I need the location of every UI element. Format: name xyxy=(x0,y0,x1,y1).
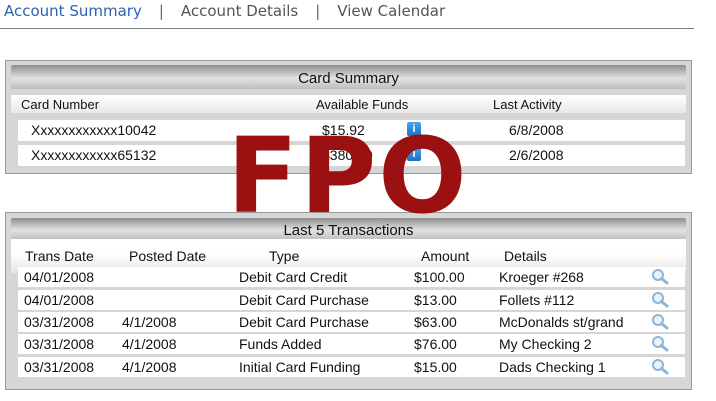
nav-separator: | xyxy=(158,2,164,20)
trans-type: Debit Card Credit xyxy=(239,269,348,285)
card-summary-title-bar: Card Summary xyxy=(11,65,686,89)
trans-amount: $15.00 xyxy=(414,359,457,375)
trans-details: Kroeger #268 xyxy=(499,269,584,285)
table-row[interactable]: 04/01/2008 Debit Card Purchase $13.00 Fo… xyxy=(18,290,685,310)
trans-amount: $63.00 xyxy=(414,314,457,330)
card-number: Xxxxxxxxxxxx10042 xyxy=(31,122,157,138)
card-summary-title: Card Summary xyxy=(298,70,399,87)
col-details: Details xyxy=(504,248,547,264)
col-last-activity: Last Activity xyxy=(493,97,562,112)
trans-type: Initial Card Funding xyxy=(239,359,361,375)
trans-details: Follets #112 xyxy=(499,292,575,308)
col-trans-date: Trans Date xyxy=(25,248,94,264)
trans-details: My Checking 2 xyxy=(499,336,592,352)
posted-date: 4/1/2008 xyxy=(122,336,177,352)
trans-type: Debit Card Purchase xyxy=(239,314,369,330)
table-row[interactable]: 04/01/2008 Debit Card Credit $100.00 Kro… xyxy=(18,267,685,287)
nav-separator: | xyxy=(315,2,321,20)
posted-date: 4/1/2008 xyxy=(122,314,177,330)
col-posted-date: Posted Date xyxy=(129,248,207,264)
trans-date: 03/31/2008 xyxy=(24,314,95,330)
magnifier-icon[interactable] xyxy=(651,291,669,308)
magnifier-icon[interactable] xyxy=(651,358,669,375)
table-row[interactable]: 03/31/2008 4/1/2008 Debit Card Purchase … xyxy=(18,312,685,332)
col-amount: Amount xyxy=(421,248,470,264)
trans-details: Dads Checking 1 xyxy=(499,359,606,375)
trans-amount: $13.00 xyxy=(414,292,457,308)
fpo-watermark: FPO xyxy=(227,115,469,237)
tab-view-calendar[interactable]: View Calendar xyxy=(337,2,445,20)
magnifier-icon[interactable] xyxy=(651,313,669,330)
trans-type: Funds Added xyxy=(239,336,322,352)
last-activity: 6/8/2008 xyxy=(509,122,564,138)
trans-type: Debit Card Purchase xyxy=(239,292,369,308)
tab-account-details[interactable]: Account Details xyxy=(181,2,298,20)
tab-account-summary[interactable]: Account Summary xyxy=(4,2,142,20)
magnifier-icon[interactable] xyxy=(651,268,669,285)
trans-date: 03/31/2008 xyxy=(24,336,95,352)
top-nav: Account Summary | Account Details | View… xyxy=(4,0,445,22)
trans-amount: $76.00 xyxy=(414,336,457,352)
posted-date: 4/1/2008 xyxy=(122,359,177,375)
last-activity: 2/6/2008 xyxy=(509,147,564,163)
trans-date: 04/01/2008 xyxy=(24,292,95,308)
nav-divider xyxy=(0,28,694,29)
trans-amount: $100.00 xyxy=(414,269,465,285)
trans-details: McDonalds st/grand xyxy=(499,314,624,330)
trans-date: 04/01/2008 xyxy=(24,269,95,285)
trans-date: 03/31/2008 xyxy=(24,359,95,375)
transactions-panel: Trans Date Posted Date Type Amount Detai… xyxy=(5,212,692,390)
card-summary-header: Card Number Available Funds Last Activit… xyxy=(11,95,686,113)
col-type: Type xyxy=(269,248,300,264)
table-row[interactable]: 03/31/2008 4/1/2008 Funds Added $76.00 M… xyxy=(18,334,685,354)
card-number: Xxxxxxxxxxxx65132 xyxy=(31,147,157,163)
col-card-number: Card Number xyxy=(21,97,100,112)
col-available-funds: Available Funds xyxy=(316,97,409,112)
table-row[interactable]: 03/31/2008 4/1/2008 Initial Card Funding… xyxy=(18,357,685,377)
magnifier-icon[interactable] xyxy=(651,335,669,352)
